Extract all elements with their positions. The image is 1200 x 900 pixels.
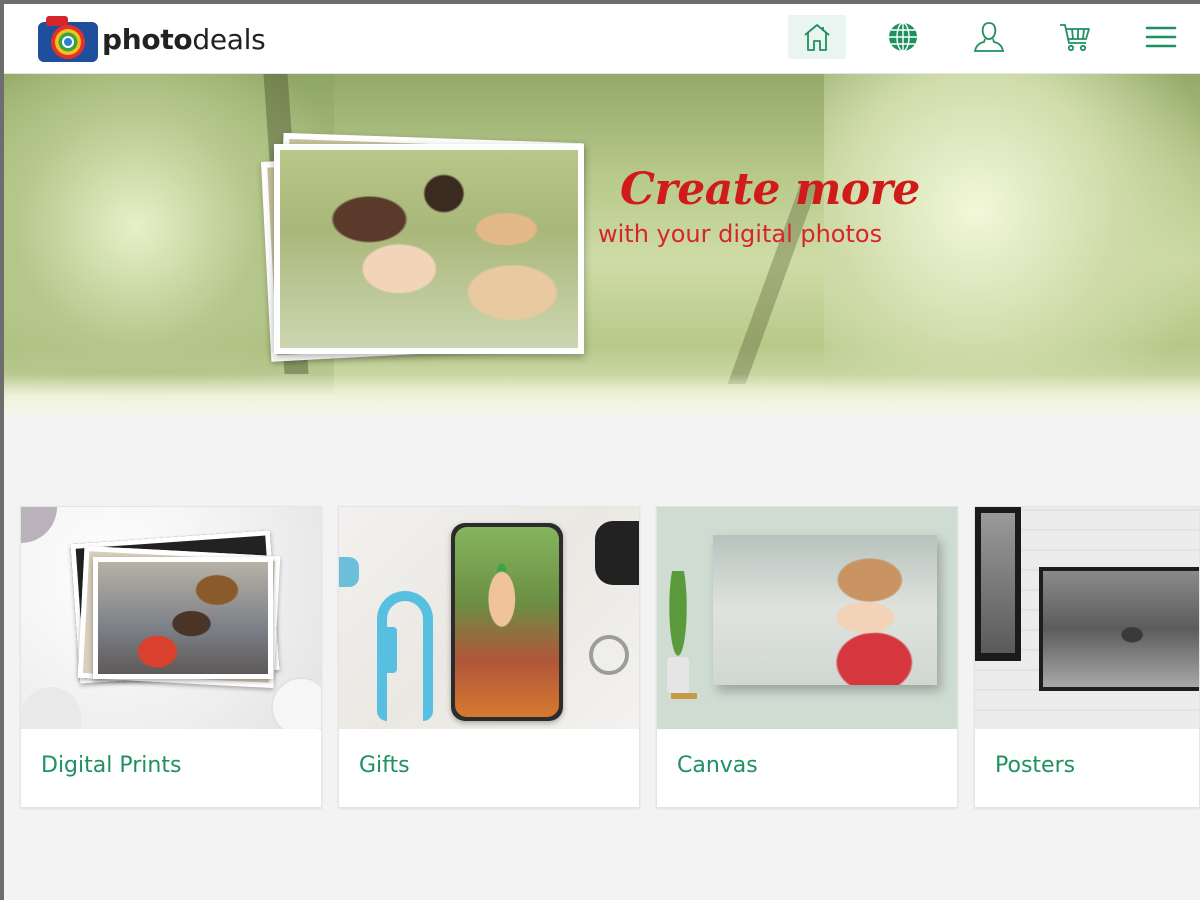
category-label: Gifts: [359, 753, 410, 778]
gifts-image: [339, 507, 639, 729]
logo-text: photodeals: [102, 22, 266, 56]
language-button[interactable]: [874, 15, 932, 59]
home-button[interactable]: [788, 15, 846, 59]
posters-image: [975, 507, 1199, 729]
canvas-image: [657, 507, 957, 729]
category-label: Posters: [995, 753, 1076, 778]
category-label: Canvas: [677, 753, 758, 778]
hero-subtitle: with your digital photos: [598, 220, 883, 248]
digital-prints-image: [21, 507, 321, 729]
photodeals-logo[interactable]: photodeals: [36, 12, 266, 66]
category-card-posters[interactable]: Posters: [974, 506, 1200, 808]
hero-banner[interactable]: Create more with your digital photos: [4, 74, 1200, 414]
top-navigation-bar: photodeals: [4, 4, 1200, 74]
hero-grass: [4, 374, 1200, 414]
category-label: Digital Prints: [41, 753, 182, 778]
camera-logo-icon: [38, 16, 98, 62]
menu-icon: [1145, 26, 1177, 48]
home-icon: [804, 24, 830, 51]
menu-button[interactable]: [1132, 15, 1190, 59]
product-categories: Digital Prints Gifts Canvas Posters: [20, 506, 1200, 808]
category-card-gifts[interactable]: Gifts: [338, 506, 640, 808]
logo-text-deals: deals: [192, 22, 266, 56]
cart-button[interactable]: [1046, 15, 1104, 59]
hero-title: Create more: [620, 164, 920, 215]
category-card-digital-prints[interactable]: Digital Prints: [20, 506, 322, 808]
family-photo-stack: [260, 132, 596, 364]
logo-text-photo: photo: [102, 22, 193, 56]
cart-icon: [1060, 24, 1090, 52]
globe-icon: [889, 22, 917, 52]
account-button[interactable]: [960, 15, 1018, 59]
user-icon: [973, 22, 1005, 52]
category-card-canvas[interactable]: Canvas: [656, 506, 958, 808]
family-photo: [274, 144, 584, 354]
header-icon-nav: [788, 15, 1190, 59]
